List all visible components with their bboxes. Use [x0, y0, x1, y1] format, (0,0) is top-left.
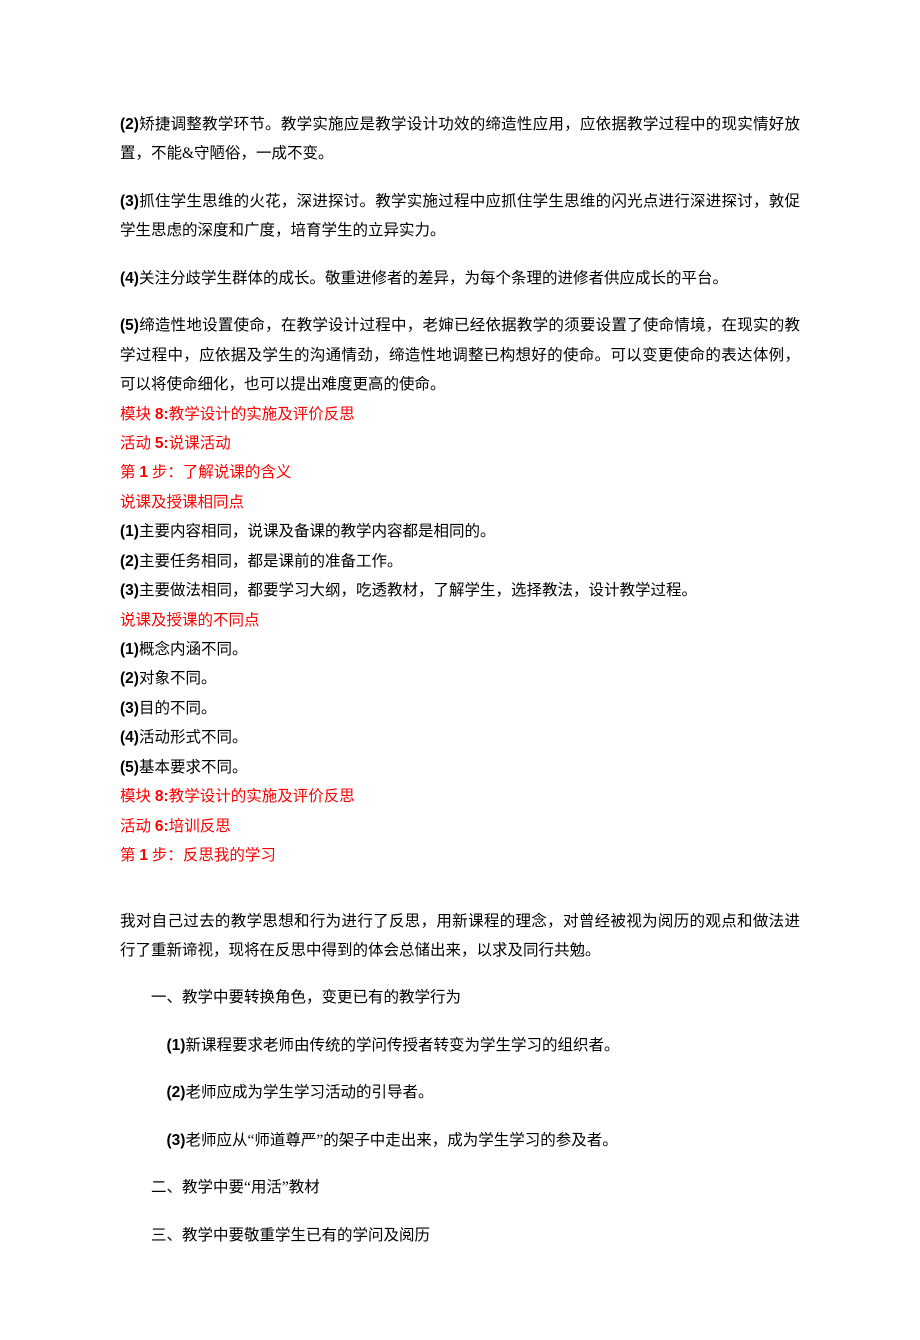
subheading-diff: 说课及授课的不同点: [120, 606, 800, 635]
item-text: 活动形式不同。: [139, 729, 248, 746]
item-number: (1): [120, 641, 139, 658]
heading-number: 1: [139, 464, 148, 481]
subheading-same: 说课及授课相同点: [120, 488, 800, 517]
list-item: (4)活动形式不同。: [120, 723, 800, 752]
item-number: (2): [167, 1084, 186, 1101]
item-number: (3): [167, 1132, 186, 1149]
section-heading-1: 一、教学中要转换角色，变更已有的教学行为: [120, 983, 800, 1012]
paragraph-4: (4)关注分歧学生群体的成长。敬重进修者的差异，为每个条理的进修者供应成长的平台…: [120, 264, 800, 293]
heading-number: 8:: [155, 788, 169, 805]
item-number: (1): [167, 1037, 186, 1054]
paragraph-3: (3)抓住学生思维的火花，深进探讨。教学实施过程中应抓住学生思维的闪光点进行深进…: [120, 187, 800, 246]
item-text: 老师应从“师道尊严”的架子中走出来，成为学生学习的参及者。: [185, 1132, 617, 1149]
list-item: (1)概念内涵不同。: [120, 635, 800, 664]
item-text: 基本要求不同。: [139, 759, 248, 776]
step-heading: 第 1 步：反思我的学习: [120, 841, 800, 870]
activity-heading: 活动 6:培训反思: [120, 812, 800, 841]
section-heading-3: 三、教学中要敬重学生已有的学问及阅历: [120, 1221, 800, 1250]
heading-number: 6:: [155, 818, 169, 835]
paragraph-text: 关注分歧学生群体的成长。敬重进修者的差异，为每个条理的进修者供应成长的平台。: [139, 270, 728, 287]
item-text: 新课程要求老师由传统的学问传授者转变为学生学习的组织者。: [185, 1037, 619, 1054]
heading-prefix: 第: [120, 464, 139, 481]
item-text: 目的不同。: [139, 700, 217, 717]
heading-prefix: 模块: [120, 406, 155, 423]
heading-number: 5:: [155, 435, 169, 452]
item-number: (4): [120, 729, 139, 746]
heading-text: 步：反思我的学习: [148, 847, 276, 864]
heading-number: 8:: [155, 406, 169, 423]
list-item: (3)目的不同。: [120, 694, 800, 723]
heading-number: 1: [139, 847, 148, 864]
item-number: (2): [120, 670, 139, 687]
heading-prefix: 模块: [120, 788, 155, 805]
item-number: (5): [120, 317, 139, 334]
item-text: 对象不同。: [139, 670, 217, 687]
item-number: (5): [120, 759, 139, 776]
sub-item: (1)新课程要求老师由传统的学问传授者转变为学生学习的组织者。: [120, 1031, 800, 1060]
item-number: (3): [120, 582, 139, 599]
sub-item: (2)老师应成为学生学习活动的引导者。: [120, 1078, 800, 1107]
list-item: (1)主要内容相同，说课及备课的教学内容都是相同的。: [120, 517, 800, 546]
item-text: 老师应成为学生学习活动的引导者。: [185, 1084, 433, 1101]
item-number: (2): [120, 116, 139, 133]
reflection-paragraph: 我对自己过去的教学思想和行为进行了反思，用新课程的理念，对曾经被视为阅历的观点和…: [120, 907, 800, 966]
item-text: 主要内容相同，说课及备课的教学内容都是相同的。: [139, 523, 496, 540]
heading-text: 培训反思: [169, 818, 231, 835]
list-item: (3)主要做法相同，都要学习大纲，吃透教材，了解学生，选择教法，设计教学过程。: [120, 576, 800, 605]
heading-prefix: 活动: [120, 435, 155, 452]
heading-text: 说课活动: [169, 435, 231, 452]
item-text: 概念内涵不同。: [139, 641, 248, 658]
paragraph-5: (5)缔造性地设置使命，在教学设计过程中，老婶已经依据教学的须要设置了使命情境，…: [120, 311, 800, 399]
module-heading: 模块 8:教学设计的实施及评价反思: [120, 782, 800, 811]
activity-heading: 活动 5:说课活动: [120, 429, 800, 458]
sub-item: (3)老师应从“师道尊严”的架子中走出来，成为学生学习的参及者。: [120, 1126, 800, 1155]
item-number: (2): [120, 553, 139, 570]
heading-prefix: 活动: [120, 818, 155, 835]
document-page: (2)矫捷调整教学环节。教学实施应是教学设计功效的缔造性应用，应依据教学过程中的…: [0, 0, 920, 1340]
paragraph-text: 抓住学生思维的火花，深进探讨。教学实施过程中应抓住学生思维的闪光点进行深进探讨，…: [120, 193, 800, 239]
item-text: 主要做法相同，都要学习大纲，吃透教材，了解学生，选择教法，设计教学过程。: [139, 582, 697, 599]
heading-text: 教学设计的实施及评价反思: [169, 406, 355, 423]
paragraph-2: (2)矫捷调整教学环节。教学实施应是教学设计功效的缔造性应用，应依据教学过程中的…: [120, 110, 800, 169]
module-heading: 模块 8:教学设计的实施及评价反思: [120, 400, 800, 429]
item-number: (3): [120, 700, 139, 717]
heading-text: 步：了解说课的含义: [148, 464, 291, 481]
item-text: 主要任务相同，都是课前的准备工作。: [139, 553, 403, 570]
item-number: (1): [120, 523, 139, 540]
list-item: (2)主要任务相同，都是课前的准备工作。: [120, 547, 800, 576]
item-number: (4): [120, 270, 139, 287]
item-number: (3): [120, 193, 139, 210]
blank-spacer: [120, 871, 800, 907]
heading-prefix: 第: [120, 847, 139, 864]
heading-text: 教学设计的实施及评价反思: [169, 788, 355, 805]
step-heading: 第 1 步：了解说课的含义: [120, 458, 800, 487]
paragraph-text: 缔造性地设置使命，在教学设计过程中，老婶已经依据教学的须要设置了使命情境，在现实…: [120, 317, 800, 393]
list-item: (5)基本要求不同。: [120, 753, 800, 782]
section-heading-2: 二、教学中要“用活”教材: [120, 1173, 800, 1202]
paragraph-text: 矫捷调整教学环节。教学实施应是教学设计功效的缔造性应用，应依据教学过程中的现实情…: [120, 116, 800, 162]
list-item: (2)对象不同。: [120, 664, 800, 693]
